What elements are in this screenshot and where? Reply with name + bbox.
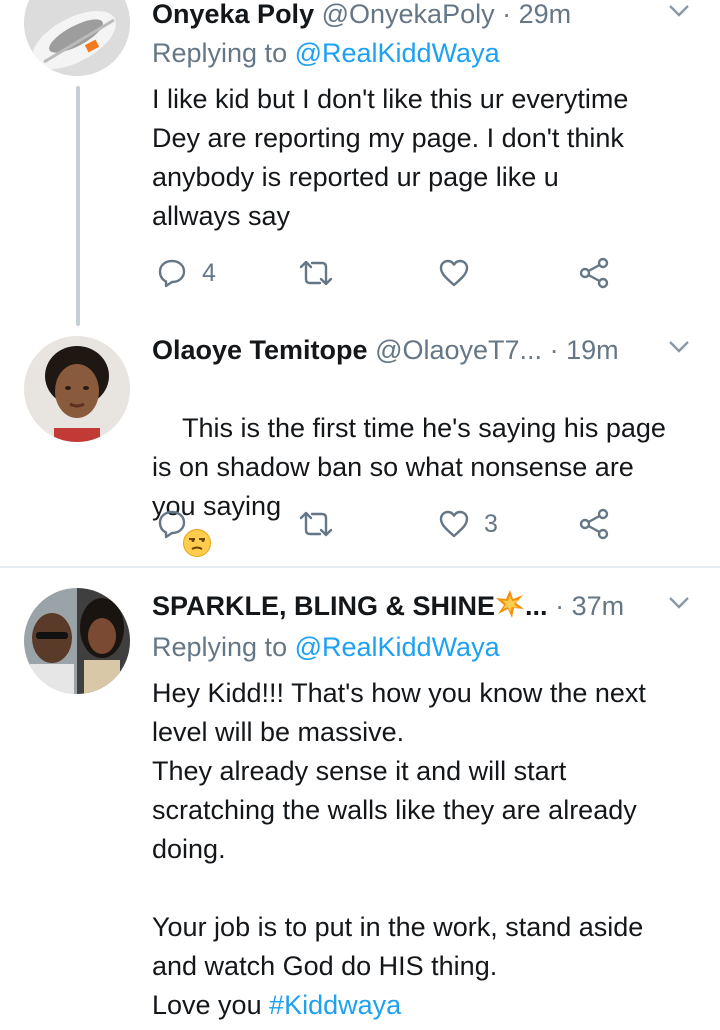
time-separator: ·: [502, 0, 512, 29]
user-handle[interactable]: @OnyekaPoly: [322, 0, 495, 29]
tweet-header: Olaoye Temitope @OlaoyeT7... · 19m: [152, 330, 700, 370]
like-icon: [439, 259, 469, 287]
user-handle[interactable]: @OlaoyeT7...: [375, 335, 542, 365]
reply-button[interactable]: 4: [156, 253, 216, 293]
replying-to-label: Replying to: [152, 632, 295, 662]
replying-to: Replying to @RealKiddWaya: [152, 628, 500, 666]
timestamp[interactable]: 29m: [519, 0, 572, 29]
sneaker-avatar-image: [24, 0, 130, 76]
timestamp[interactable]: 19m: [566, 335, 619, 365]
retweet-button[interactable]: [298, 504, 334, 544]
reply-button[interactable]: [156, 504, 188, 544]
tweet-actions: 4: [152, 253, 632, 293]
retweet-button[interactable]: [298, 253, 334, 293]
chevron-down-icon[interactable]: [668, 596, 690, 610]
timestamp[interactable]: 37m: [572, 591, 625, 621]
tweet-text: I like kid but I don't like this ur ever…: [152, 84, 629, 231]
person-avatar-image: [24, 336, 130, 442]
share-icon: [579, 508, 609, 540]
tweet-sparkle-bling-shine[interactable]: SPARKLE, BLING & SHINE... · 37m Replying…: [0, 568, 720, 1030]
replying-to-handle[interactable]: @RealKiddWaya: [295, 38, 500, 68]
like-button[interactable]: 3: [438, 504, 498, 544]
like-icon: [439, 510, 469, 538]
reply-icon: [158, 510, 186, 539]
chevron-down-icon[interactable]: [668, 340, 690, 354]
replying-to-handle[interactable]: @RealKiddWaya: [295, 632, 500, 662]
tweet-header: SPARKLE, BLING & SHINE... · 37m: [152, 586, 700, 626]
time-separator: ·: [549, 335, 559, 365]
like-count: 3: [484, 509, 498, 538]
collision-icon: [496, 590, 525, 618]
tweet-text: Hey Kidd!!! That's how you know the next…: [152, 674, 704, 1025]
share-button[interactable]: [578, 253, 610, 293]
display-name-ellipsis: ...: [525, 591, 548, 621]
tweet-olaoye-temitope[interactable]: Olaoye Temitope @OlaoyeT7... · 19m This …: [0, 320, 720, 566]
reply-count: 4: [202, 258, 216, 287]
like-button[interactable]: [438, 253, 470, 293]
avatar[interactable]: [24, 588, 130, 694]
hashtag-link[interactable]: #Kiddwaya: [269, 990, 401, 1020]
retweet-icon: [299, 511, 333, 537]
avatar[interactable]: [24, 336, 130, 442]
tweet-actions: 3: [152, 504, 632, 544]
display-name[interactable]: Olaoye Temitope: [152, 335, 368, 365]
tweet-text-content: Hey Kidd!!! That's how you know the next…: [152, 678, 646, 1020]
share-button[interactable]: [578, 504, 610, 544]
thread-line: [76, 86, 80, 326]
time-separator: ·: [555, 591, 565, 621]
replying-to: Replying to @RealKiddWaya: [152, 34, 500, 72]
display-name[interactable]: SPARKLE, BLING & SHINE: [152, 591, 495, 621]
chevron-down-icon[interactable]: [668, 4, 690, 18]
retweet-icon: [299, 260, 333, 286]
reply-icon: [158, 259, 186, 288]
avatar[interactable]: [24, 0, 130, 76]
couple-avatar-image: [24, 588, 130, 694]
tweet-header: Onyeka Poly @OnyekaPoly · 29m: [152, 0, 700, 34]
replying-to-label: Replying to: [152, 38, 295, 68]
tweet-onyeka-poly[interactable]: Onyeka Poly @OnyekaPoly · 29m Replying t…: [0, 0, 720, 326]
share-icon: [579, 257, 609, 289]
display-name[interactable]: Onyeka Poly: [152, 0, 314, 29]
